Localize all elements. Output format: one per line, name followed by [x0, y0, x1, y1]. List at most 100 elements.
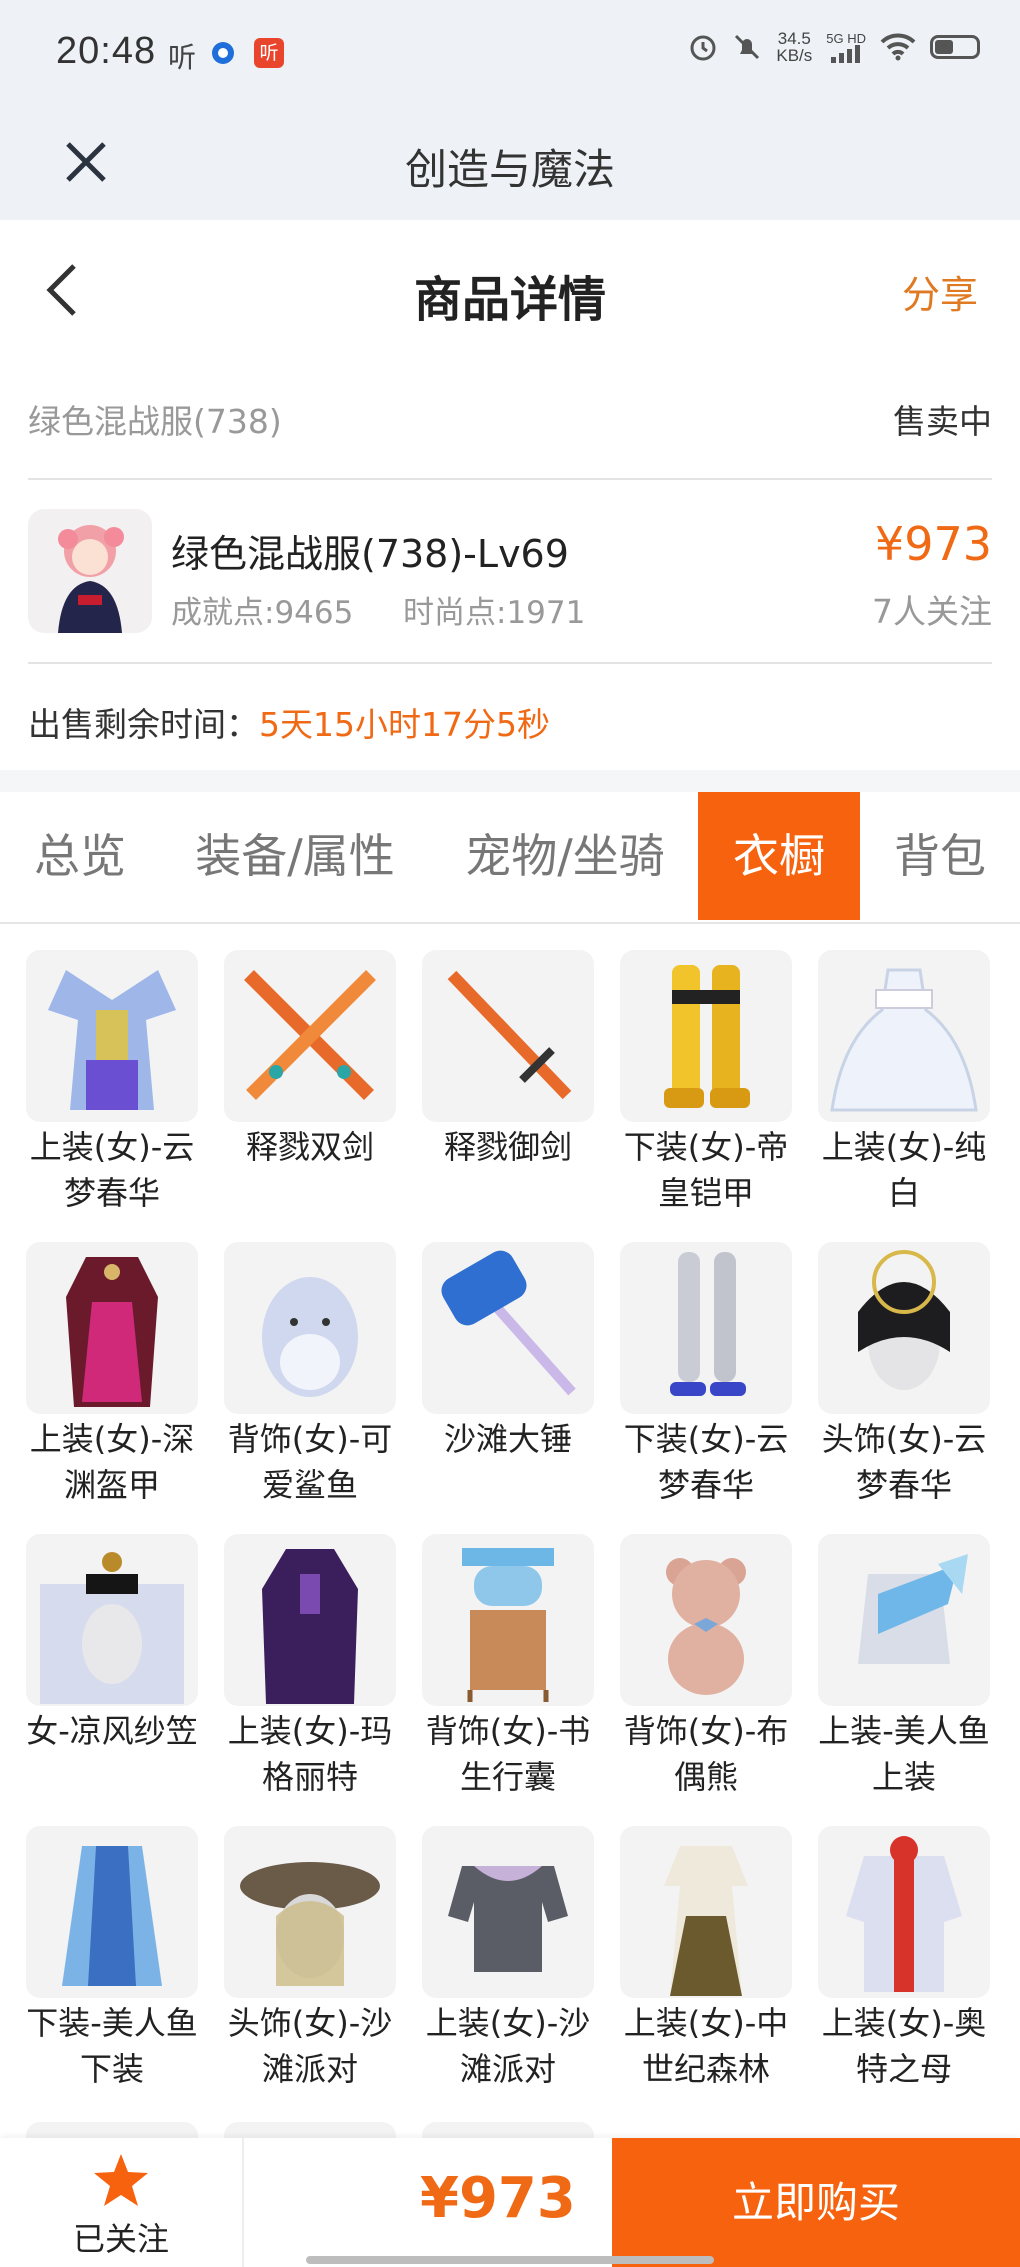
wardrobe-item[interactable]: 上装(女)-中世纪森林	[620, 1826, 792, 2092]
character-card[interactable]: 绿色混战服(738)-Lv69 成就点:9465 时尚点:1971 ¥973 7…	[28, 505, 992, 635]
star-icon	[94, 2154, 148, 2206]
item-label: 上装(女)-奥特之母	[821, 2004, 987, 2088]
buy-now-button[interactable]: 立即购买	[612, 2138, 1020, 2267]
wardrobe-item[interactable]: 下装(女)-帝皇铠甲	[620, 950, 792, 1216]
avatar	[28, 509, 152, 633]
item-label: 女-凉风纱笠	[26, 1712, 198, 1750]
item-label: 背饰(女)-布偶熊	[623, 1712, 789, 1796]
app-badge-icon: 听	[254, 38, 284, 68]
item-label: 释戮双剑	[245, 1128, 374, 1166]
wardrobe-item[interactable]: 下装(女)-云梦春华	[620, 1242, 792, 1508]
shark-backpack-icon	[224, 1242, 396, 1414]
wardrobe-item[interactable]: 上装(女)-纯白	[818, 950, 990, 1216]
follower-count: 7人关注	[872, 592, 992, 631]
home-indicator[interactable]	[306, 2256, 714, 2264]
divider	[28, 662, 992, 664]
wardrobe-item[interactable]: 背饰(女)-可爱鲨鱼	[224, 1242, 396, 1508]
net-speed-unit: KB/s	[776, 46, 813, 65]
wardrobe-item[interactable]: 上装(女)-沙滩派对	[422, 1826, 594, 2092]
item-label: 上装(女)-中世纪森林	[623, 2004, 789, 2088]
signal-icon	[831, 44, 861, 63]
tab-backpack[interactable]: 背包	[870, 792, 1010, 920]
beach-top-icon	[422, 1826, 594, 1998]
listing-row: 绿色混战服(738) 售卖中	[28, 385, 992, 445]
item-label: 上装(女)-深渊盔甲	[29, 1420, 195, 1504]
wardrobe-item[interactable]: 上装(女)-奥特之母	[818, 1826, 990, 2092]
abyss-armor-icon	[26, 1242, 198, 1414]
wardrobe-item[interactable]: 背饰(女)-书生行囊	[422, 1534, 594, 1800]
sword-icon	[422, 950, 594, 1122]
network-type: 5G HD	[826, 30, 866, 46]
follow-button[interactable]: 已关注	[0, 2138, 244, 2267]
app-title: 创造与魔法	[404, 145, 615, 194]
tab-pets[interactable]: 宠物/坐骑	[440, 792, 690, 920]
net-speed-value: 34.5	[777, 29, 811, 48]
tab-equipment[interactable]: 装备/属性	[170, 792, 420, 920]
page-title: 商品详情	[413, 272, 606, 328]
item-label: 下装-美人鱼下装	[26, 2004, 198, 2088]
headpiece-icon	[818, 1242, 990, 1414]
section-gap	[0, 770, 1020, 792]
bottom-price: ¥973	[420, 2166, 576, 2231]
app-bar: 创造与魔法	[0, 108, 1020, 220]
battery-icon	[930, 35, 980, 59]
character-title: 绿色混战服(738)-Lv69	[171, 532, 569, 576]
costume-top-icon	[26, 950, 198, 1122]
net-speed: 34.5 KB/s	[776, 30, 812, 64]
follow-label: 已关注	[72, 2220, 169, 2258]
wardrobe-item[interactable]: 释戮御剑	[422, 950, 594, 1170]
signal-group: 5G HD	[826, 32, 866, 63]
listing-name: 绿色混战服(738)	[28, 402, 282, 441]
item-label: 释戮御剑	[443, 1128, 572, 1166]
wardrobe-item[interactable]: 头饰(女)-沙滩派对	[224, 1826, 396, 2092]
item-label: 头饰(女)-云梦春华	[821, 1420, 987, 1504]
armor-legs-icon	[620, 950, 792, 1122]
item-label: 上装-美人鱼上装	[818, 1712, 990, 1796]
mermaid-top-icon	[818, 1534, 990, 1706]
wardrobe-item[interactable]: 上装(女)-云梦春华	[26, 950, 198, 1216]
wardrobe-item[interactable]: 头饰(女)-云梦春华	[818, 1242, 990, 1508]
share-button[interactable]: 分享	[902, 264, 978, 319]
hammer-icon	[422, 1242, 594, 1414]
wardrobe-item[interactable]: 女-凉风纱笠	[26, 1534, 198, 1754]
app-badge-text: 听	[259, 42, 279, 64]
item-label: 上装(女)-沙滩派对	[425, 2004, 591, 2088]
legs-icon	[620, 1242, 792, 1414]
dark-dress-icon	[224, 1534, 396, 1706]
wardrobe-item[interactable]: 下装-美人鱼下装	[26, 1826, 198, 2092]
bottom-bar: 已关注 ¥973 立即购买	[0, 2138, 1020, 2267]
character-price: ¥973	[874, 517, 992, 571]
book-pack-icon	[422, 1534, 594, 1706]
status-icons: 34.5 KB/s 5G HD	[688, 30, 980, 64]
status-bar: 20:48 听 听 34.5 KB/s 5G HD	[0, 0, 1020, 108]
teddy-bear-icon	[620, 1534, 792, 1706]
wardrobe-item[interactable]: 背饰(女)-布偶熊	[620, 1534, 792, 1800]
listen-app-indicator: 听	[168, 41, 197, 74]
remaining-time: 出售剩余时间：5天15小时17分5秒	[28, 698, 550, 746]
app-dot-icon	[212, 42, 234, 64]
achievement-points: 成就点:9465	[171, 595, 354, 631]
veil-hat-icon	[26, 1534, 198, 1706]
wardrobe-item[interactable]: 上装-美人鱼上装	[818, 1534, 990, 1800]
beach-hat-icon	[224, 1826, 396, 1998]
remaining-value: 5天15小时17分5秒	[259, 705, 550, 744]
tab-wardrobe[interactable]: 衣橱	[698, 792, 860, 920]
wardrobe-item[interactable]: 上装(女)-玛格丽特	[224, 1534, 396, 1800]
wardrobe-item[interactable]: 上装(女)-深渊盔甲	[26, 1242, 198, 1508]
forest-dress-icon	[620, 1826, 792, 1998]
item-label: 背饰(女)-可爱鲨鱼	[227, 1420, 393, 1504]
tab-overview[interactable]: 总览	[0, 792, 160, 920]
page-header: 商品详情 分享	[0, 220, 1020, 360]
wardrobe-item[interactable]: 释戮双剑	[224, 950, 396, 1170]
wifi-icon	[880, 33, 916, 61]
item-label: 背饰(女)-书生行囊	[425, 1712, 591, 1796]
item-label: 上装(女)-纯白	[821, 1128, 987, 1212]
status-time: 20:48	[56, 30, 157, 72]
item-label: 上装(女)-云梦春华	[29, 1128, 195, 1212]
mermaid-skirt-icon	[26, 1826, 198, 1998]
remaining-label: 出售剩余时间：	[28, 705, 259, 744]
wardrobe-item[interactable]: 沙滩大锤	[422, 1242, 594, 1462]
item-label: 下装(女)-云梦春华	[623, 1420, 789, 1504]
divider	[28, 478, 992, 480]
tab-bar: 总览 装备/属性 宠物/坐骑 衣橱 背包	[0, 792, 1020, 924]
